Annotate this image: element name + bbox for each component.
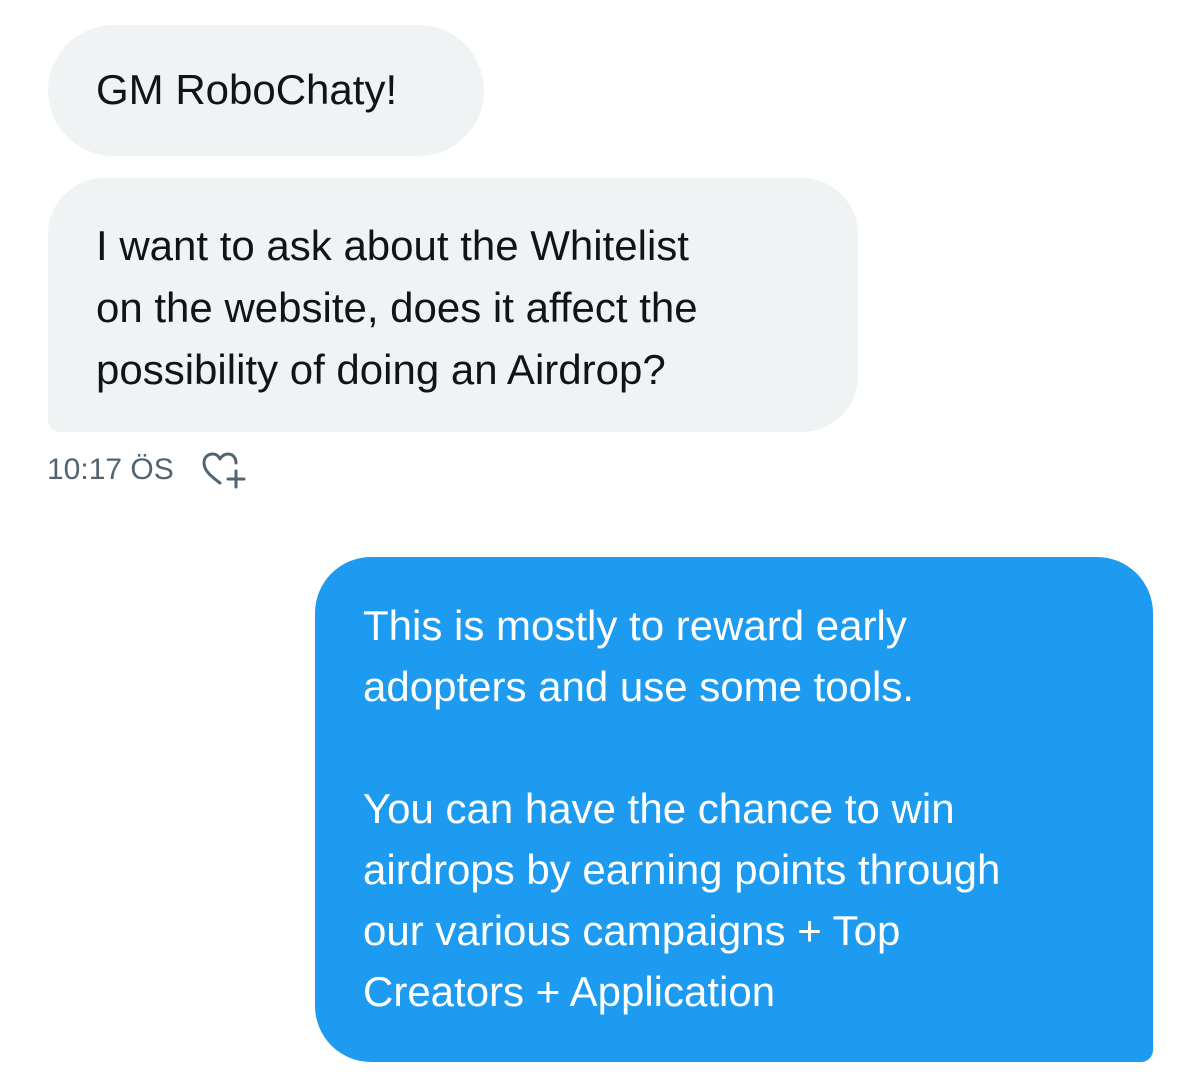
incoming-message-bubble[interactable]: GM RoboChaty! [48, 25, 484, 156]
message-meta: 10:17 ÖS [47, 450, 246, 490]
message-timestamp: 10:17 ÖS [47, 453, 174, 486]
outgoing-message-bubble[interactable]: This is mostly to reward early adopters … [315, 557, 1153, 1062]
heart-plus-icon[interactable] [200, 450, 246, 490]
incoming-message-bubble[interactable]: I want to ask about the Whitelist on the… [48, 178, 858, 432]
